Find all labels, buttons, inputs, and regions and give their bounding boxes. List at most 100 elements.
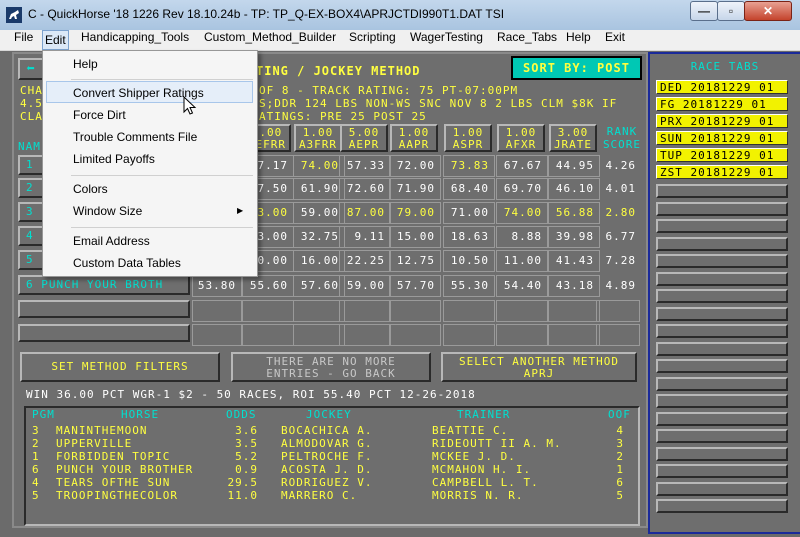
result-pgm: 4: [32, 476, 40, 489]
grid-cell: [389, 324, 441, 346]
empty-row-button[interactable]: [18, 324, 190, 342]
column-header-a3frr[interactable]: 1.00 A3FRR: [294, 124, 342, 152]
edit-menu-colors[interactable]: Colors: [73, 182, 108, 196]
rating-value: 18.63: [450, 230, 489, 243]
empty-race-tab[interactable]: [656, 271, 788, 286]
empty-race-tab[interactable]: [656, 306, 788, 321]
result-jockey: ALMODOVAR G.: [281, 437, 373, 450]
close-button[interactable]: ✕: [744, 1, 792, 21]
empty-race-tab[interactable]: [656, 236, 788, 251]
empty-race-tab[interactable]: [656, 446, 788, 461]
race-tab-item[interactable]: SUN 20181229 01: [656, 131, 788, 145]
edit-menu-help[interactable]: Help: [73, 57, 98, 71]
result-pgm: 5: [32, 489, 40, 502]
select-another-method-button[interactable]: SELECT ANOTHER METHOD APRJ: [441, 352, 637, 382]
rating-value: 10.50: [450, 254, 489, 267]
edit-menu-custom-data-tables[interactable]: Custom Data Tables: [73, 256, 181, 270]
grid-cell: [293, 324, 345, 346]
grid-cell: [548, 300, 600, 322]
empty-race-tab[interactable]: [656, 499, 788, 513]
rating-value: 68.40: [450, 182, 489, 195]
maximize-button[interactable]: ▫: [717, 1, 745, 21]
race-tab-item[interactable]: DED 20181229 01: [656, 80, 788, 94]
edit-menu-email-address[interactable]: Email Address: [73, 234, 150, 248]
edit-dropdown-menu: Help Convert Shipper Ratings Force Dirt …: [42, 50, 258, 277]
rating-value: 12.75: [396, 254, 435, 267]
rating-value: 44.95: [555, 159, 594, 172]
race-tabs-title: RACE TABS: [690, 60, 760, 73]
edit-menu-limited-payoffs[interactable]: Limited Payoffs: [73, 152, 155, 166]
results-header-pgm: PGM: [32, 408, 55, 421]
result-trainer: RIDEOUTT II A. M.: [432, 437, 562, 450]
race-tab-item[interactable]: PRX 20181229 01: [656, 114, 788, 128]
column-header-aspr[interactable]: 1.00 ASPR: [444, 124, 492, 152]
empty-race-tab[interactable]: [656, 464, 788, 478]
menu-edit[interactable]: Edit: [42, 30, 69, 50]
rating-value: 61.90: [300, 182, 339, 195]
result-horse: TROOPINGTHECOLOR: [56, 489, 178, 502]
horse-app-icon: [6, 7, 22, 23]
column-header-afxr[interactable]: 1.00 AFXR: [497, 124, 545, 152]
results-header-odds: ODDS: [226, 408, 257, 421]
minimize-button[interactable]: —: [690, 1, 718, 21]
empty-race-tab[interactable]: [656, 184, 788, 198]
empty-race-tab[interactable]: [656, 219, 788, 233]
edit-menu-force-dirt[interactable]: Force Dirt: [73, 108, 126, 122]
result-odds: 3.5: [235, 437, 258, 450]
empty-race-tab[interactable]: [656, 289, 788, 303]
grid-cell: [496, 324, 548, 346]
result-oof: 1: [616, 463, 624, 476]
empty-race-tab[interactable]: [656, 324, 788, 338]
result-jockey: RODRIGUEZ V.: [281, 476, 373, 489]
set-method-filters-button[interactable]: SET METHOD FILTERS: [20, 352, 220, 382]
result-horse: MANINTHEMOON: [56, 424, 148, 437]
race-tabs-panel: RACE TABS DED 20181229 01 FG 20181229 01 P…: [648, 52, 800, 534]
empty-race-tab[interactable]: [656, 394, 788, 408]
result-pgm: 3: [32, 424, 40, 437]
edit-menu-trouble-comments-file[interactable]: Trouble Comments File: [73, 130, 197, 144]
menu-custom-method-builder[interactable]: Custom_Method_Builder: [202, 30, 338, 50]
back-button[interactable]: ⬅: [18, 58, 44, 80]
horse-name-cell[interactable]: 6 PUNCH YOUR BROTH: [18, 275, 190, 295]
rating-value: 74.00: [300, 159, 339, 172]
column-header-aapr[interactable]: 1.00 AAPR: [390, 124, 438, 152]
empty-race-tab[interactable]: [656, 429, 788, 443]
empty-race-tab[interactable]: [656, 201, 788, 216]
rating-value: 46.10: [555, 182, 594, 195]
result-oof: 5: [616, 489, 624, 502]
empty-race-tab[interactable]: [656, 411, 788, 426]
menu-exit[interactable]: Exit: [603, 30, 627, 50]
race-info-line-2: S;DDR 124 LBS NON-WS SNC NOV 8 2 LBS CLM…: [259, 97, 618, 110]
race-tab-item[interactable]: FG 20181229 01: [656, 97, 788, 111]
menu-wager-testing[interactable]: WagerTesting: [408, 30, 485, 50]
empty-race-tab[interactable]: [656, 341, 788, 356]
grid-cell: [443, 324, 495, 346]
edit-menu-window-size[interactable]: Window Size: [73, 204, 142, 218]
empty-race-tab[interactable]: [656, 376, 788, 391]
menu-help[interactable]: Help: [564, 30, 593, 50]
sort-by-button[interactable]: SORT BY: POST: [511, 56, 642, 80]
empty-race-tab[interactable]: [656, 254, 788, 268]
column-header-aepr[interactable]: 5.00 AEPR: [340, 124, 388, 152]
column-header-jrate[interactable]: 3.00 JRATE: [549, 124, 597, 152]
result-jockey: BOCACHICA A.: [281, 424, 373, 437]
empty-row-button[interactable]: [18, 300, 190, 318]
rank-score-header: RANK SCORE: [602, 125, 642, 151]
results-header-trainer: TRAINER: [457, 408, 511, 421]
menu-handicapping-tools[interactable]: Handicapping_Tools: [79, 30, 191, 50]
menu-file[interactable]: File: [12, 30, 35, 50]
race-info-line-3: ATINGS: PRE 25 POST 25: [259, 110, 427, 123]
no-more-entries-button[interactable]: THERE ARE NO MORE ENTRIES - GO BACK: [231, 352, 431, 382]
result-trainer: MCMAHON H. I.: [432, 463, 532, 476]
grid-cell: [443, 300, 495, 322]
grid-cell: [389, 300, 441, 322]
empty-race-tab[interactable]: [656, 359, 788, 373]
menu-race-tabs[interactable]: Race_Tabs: [495, 30, 559, 50]
race-tab-item[interactable]: ZST 20181229 01: [656, 165, 788, 179]
result-pgm: 2: [32, 437, 40, 450]
menu-scripting[interactable]: Scripting: [347, 30, 398, 50]
rating-value: 73.83: [450, 159, 489, 172]
race-tab-item[interactable]: TUP 20181229 01: [656, 148, 788, 162]
rating-value: 8.88: [511, 230, 542, 243]
empty-race-tab[interactable]: [656, 481, 788, 496]
